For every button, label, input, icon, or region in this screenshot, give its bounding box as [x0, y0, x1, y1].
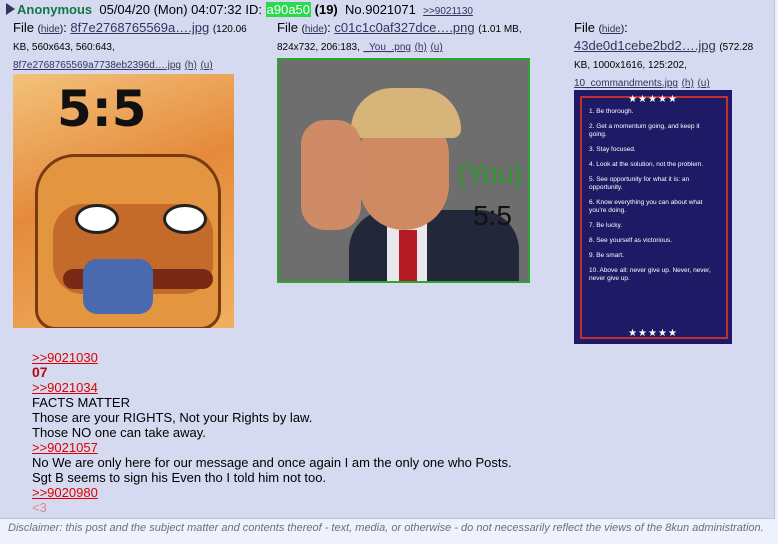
commandment-item: 4. Look at the solution, not the problem… [589, 161, 704, 168]
post-container: Anonymous 05/04/20 (Mon) 04:07:32 ID: a9… [0, 0, 775, 534]
file-1-size: (120.06 [212, 24, 247, 35]
fives-overlay-text: 5:5 [473, 200, 512, 231]
commandment-item: 9. Be smart. [589, 252, 625, 259]
file-1-name-link[interactable]: 8f7e2768765569a….jpg [70, 20, 209, 35]
you-overlay-text: (You) [457, 158, 523, 189]
commandment-item: 1. Be thorough. [589, 108, 634, 115]
heart-text: <3 [32, 500, 47, 515]
id-label: ID: [245, 2, 262, 17]
commandment-item: 3. Stay focused. [589, 146, 636, 153]
body-line: No We are only here for our message and … [32, 455, 512, 470]
file-1-label: File [13, 20, 34, 35]
reply-backlink[interactable]: >>9021130 [423, 6, 473, 17]
commandment-item: 5. See opportunity for what it is: an op… [589, 176, 690, 191]
pepe-fives-text: 5:5 [57, 80, 147, 138]
file-2: File (hide): c01c1c0af327dce….png (1.01 … [277, 20, 567, 56]
commandment-item: 6. Know everything you can about what yo… [589, 199, 703, 214]
file-2-label: File [277, 20, 298, 35]
file-1-dims: KB, 560x643, 560:643, [13, 42, 115, 53]
file-3-size: (572.28 [719, 42, 754, 53]
post-body: >>9021030 07 >>9021034 FACTS MATTER Thos… [32, 350, 512, 515]
quote-link[interactable]: >>9020980 [32, 485, 512, 500]
file-3-dims: KB, 1000x1616, 125:202, [574, 60, 687, 71]
file-2-size: (1.01 MB, [478, 24, 522, 35]
commandments-list: 1. Be thorough. 2. Get a momentum going,… [589, 108, 719, 290]
file-1-original-name[interactable]: 8f7e2768765569a7738eb2396d….jpg [13, 60, 181, 71]
thumbs-up-icon [301, 120, 361, 230]
pepe-eye-right [163, 204, 207, 234]
file-3: File (hide): 43de0d1cebe2bd2….jpg (572.2… [574, 20, 770, 92]
file-2-hide-link[interactable]: hide [305, 24, 324, 35]
commandments-stars-bottom: ★★★★★ [628, 328, 678, 339]
commandments-stars-top: ★★★★★ [628, 94, 678, 105]
file-2-name-link[interactable]: c01c1c0af327dce….png [334, 20, 474, 35]
body-line: FACTS MATTER [32, 395, 130, 410]
post-menu-triangle-icon[interactable] [6, 3, 15, 15]
trump-tie [399, 230, 417, 281]
file-2-info: File (hide): c01c1c0af327dce….png (1.01 … [277, 20, 522, 53]
file-2-original-name[interactable]: _You_.png [363, 42, 410, 53]
file-3-info: File (hide): 43de0d1cebe2bd2….jpg (572.2… [574, 20, 754, 89]
id-post-count: (19) [314, 2, 338, 17]
file-1: File (hide): 8f7e2768765569a….jpg (120.0… [13, 20, 263, 74]
quote-link[interactable]: >>9021030 [32, 350, 512, 365]
commandment-item: 8. See yourself as victorious. [589, 237, 673, 244]
file-3-hide-link[interactable]: hide [602, 24, 621, 35]
commandment-item: 7. Be lucky. [589, 222, 623, 229]
bold-red-text: 07 [32, 364, 48, 380]
poster-name: Anonymous [17, 2, 93, 17]
file-3-thumbnail[interactable]: ★★★★★ 1. Be thorough. 2. Get a momentum … [574, 90, 732, 344]
body-line: Those are your RIGHTS, Not your Rights b… [32, 410, 313, 425]
file-2-thumbnail[interactable]: (You) 5:5 [277, 58, 530, 283]
file-3-h-link[interactable]: (h) [682, 78, 694, 89]
post-date: 05/04/20 (Mon) 04:07:32 [99, 2, 242, 17]
disclaimer: Disclaimer: this post and the subject ma… [8, 522, 764, 534]
file-3-name-link[interactable]: 43de0d1cebe2bd2….jpg [574, 38, 716, 53]
file-1-info: File (hide): 8f7e2768765569a….jpg (120.0… [13, 20, 247, 71]
commandment-item: 10. Above all: never give up. Never, nev… [589, 267, 711, 282]
pepe-hand [83, 259, 153, 314]
file-1-u-link[interactable]: (u) [200, 60, 212, 71]
quote-link[interactable]: >>9021057 [32, 440, 512, 455]
file-3-original-name[interactable]: 10_commandments.jpg [574, 78, 678, 89]
post-number[interactable]: No.9021071 [345, 2, 416, 17]
file-1-h-link[interactable]: (h) [185, 60, 197, 71]
post-intro: Anonymous 05/04/20 (Mon) 04:07:32 ID: a9… [6, 2, 473, 20]
file-3-u-link[interactable]: (u) [697, 78, 709, 89]
file-1-hide-link[interactable]: hide [41, 24, 60, 35]
file-2-dims: 824x732, 206:183, [277, 42, 360, 53]
file-1-thumbnail[interactable]: 5:5 [13, 74, 234, 328]
body-line: Sgt B seems to sign his Even tho I told … [32, 470, 327, 485]
quote-link[interactable]: >>9021034 [32, 380, 512, 395]
poster-id[interactable]: a90a50 [265, 2, 312, 17]
file-2-u-link[interactable]: (u) [430, 42, 442, 53]
file-2-h-link[interactable]: (h) [415, 42, 427, 53]
trump-hair [351, 88, 461, 138]
file-3-label: File [574, 20, 595, 35]
pepe-eye-left [75, 204, 119, 234]
commandment-item: 2. Get a momentum going, and keep it goi… [589, 123, 700, 138]
body-line: Those NO one can take away. [32, 425, 206, 440]
